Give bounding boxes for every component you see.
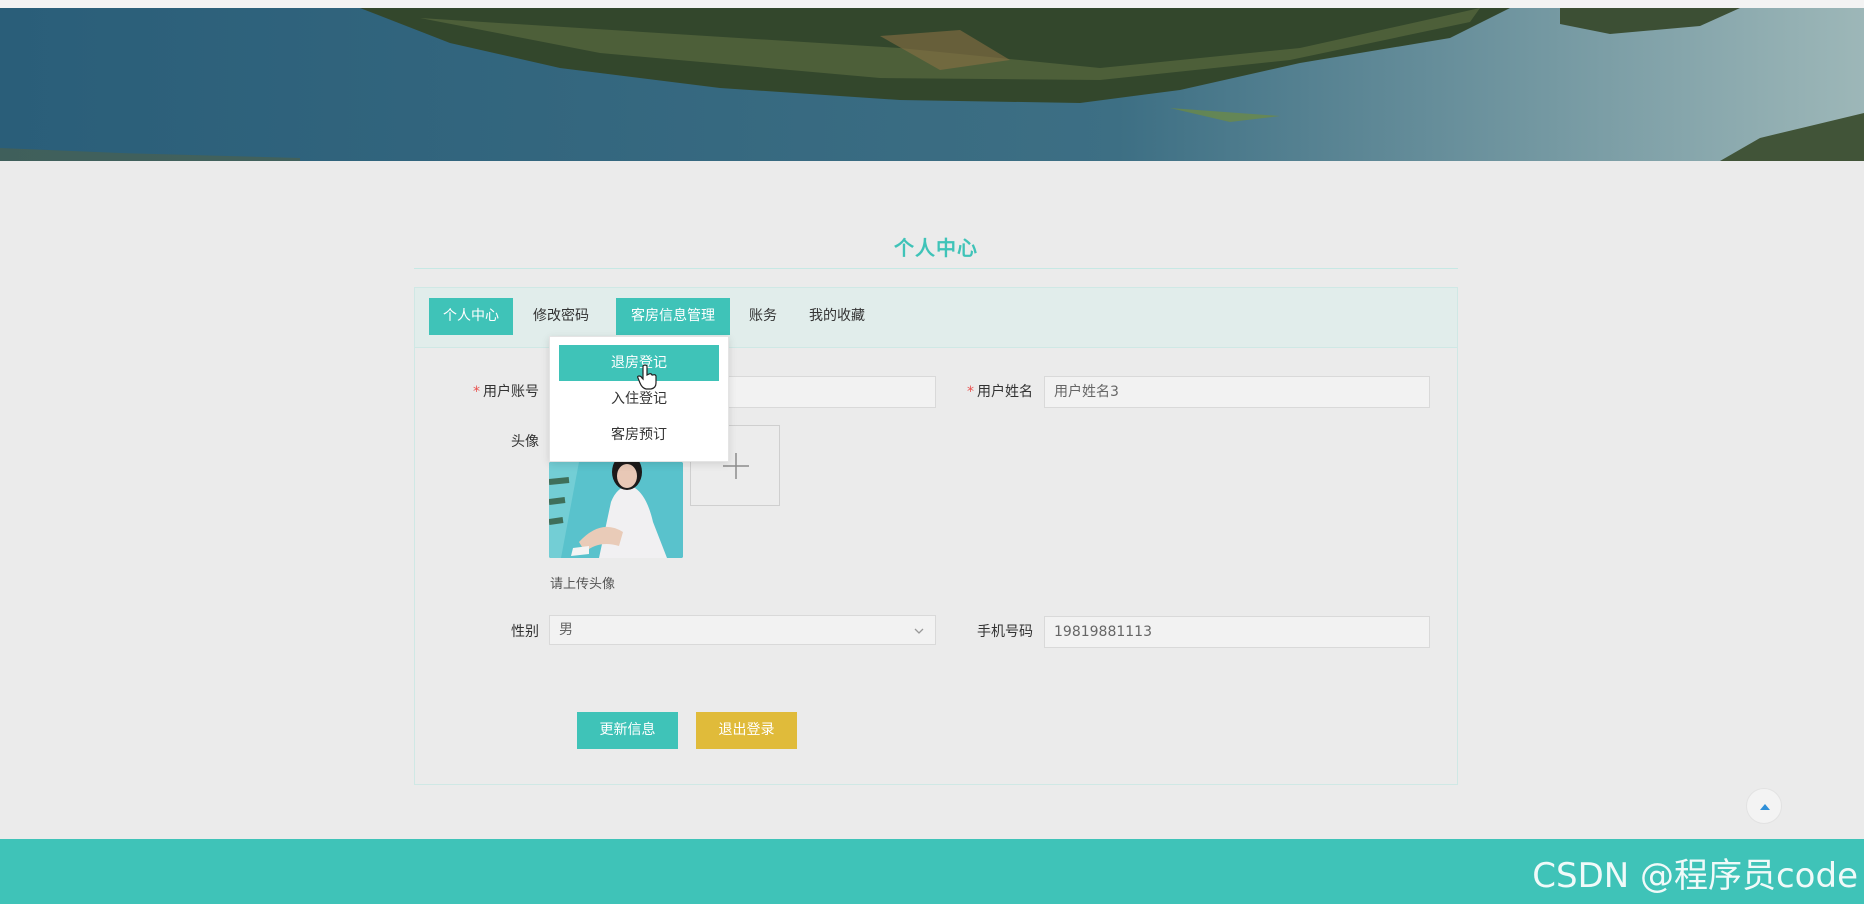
avatar-hint: 请上传头像 (550, 577, 616, 592)
phone-label: 手机号码 (977, 624, 1033, 640)
avatar-label: 头像 (511, 434, 539, 450)
tab-room-management[interactable]: 客房信息管理 (616, 298, 730, 335)
gender-value: 男 (559, 622, 573, 638)
gender-label: 性别 (511, 624, 539, 640)
phone-input[interactable]: 19819881113 (1044, 616, 1430, 648)
tab-accounts[interactable]: 账务 (741, 298, 785, 335)
back-to-top-button[interactable] (1746, 788, 1782, 824)
account-label: * 用户账号 (473, 384, 539, 400)
name-label: * 用户姓名 (967, 384, 1033, 400)
banner-image (0, 8, 1864, 161)
tab-favorites[interactable]: 我的收藏 (800, 298, 874, 335)
update-info-button[interactable]: 更新信息 (577, 712, 678, 749)
menu-item-reservation[interactable]: 客房预订 (559, 417, 719, 453)
top-strip (0, 0, 1864, 8)
name-input[interactable]: 用户姓名3 (1044, 376, 1430, 408)
title-divider (414, 268, 1458, 269)
watermark: CSDN @程序员code (1532, 856, 1858, 896)
triangle-up-icon (1760, 804, 1770, 810)
avatar-image (549, 462, 683, 558)
tab-profile[interactable]: 个人中心 (429, 298, 513, 335)
logout-button[interactable]: 退出登录 (696, 712, 797, 749)
gender-select[interactable]: 男 (549, 615, 936, 645)
tab-change-password[interactable]: 修改密码 (519, 298, 603, 335)
room-management-dropdown: 退房登记 入住登记 客房预订 (549, 336, 729, 462)
chevron-down-icon (914, 628, 924, 634)
page-title: 个人中心 (894, 236, 978, 260)
hand-cursor-icon (637, 364, 657, 390)
